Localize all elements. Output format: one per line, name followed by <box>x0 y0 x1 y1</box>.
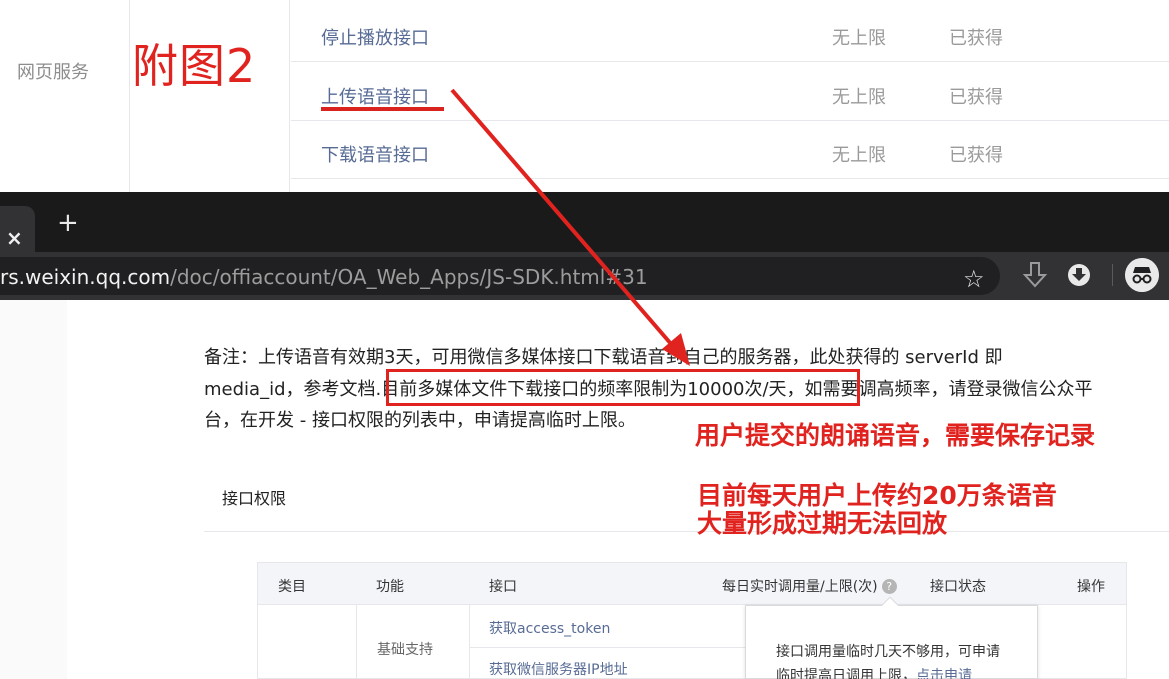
api-row-download-voice: 下载语音接口 无上限 已获得 <box>291 121 1169 179</box>
cell-function: 基础支持 <box>377 642 433 658</box>
th-action: 操作 <box>1077 579 1105 595</box>
api-status: 已获得 <box>949 28 1003 49</box>
url-host: rs.weixin.qq.com <box>0 265 171 289</box>
th-quota-label: 每日实时调用量/上限(次) <box>722 579 878 595</box>
browser-tab[interactable]: × <box>0 206 35 252</box>
th-state: 接口状态 <box>930 579 986 595</box>
nav-item-web-service[interactable]: 网页服务 <box>17 58 89 84</box>
close-icon[interactable]: × <box>6 226 23 250</box>
url-text: rs.weixin.qq.com/doc/offiaccount/OA_Web_… <box>0 265 648 289</box>
api-name[interactable]: 上传语音接口 <box>321 83 429 109</box>
api-limit: 无上限 <box>832 87 886 108</box>
quota-tooltip: 接口调用量临时几天不够用，可申请临时提高日调用上限，点击申请 <box>745 596 1038 679</box>
api-limit: 无上限 <box>832 28 886 49</box>
url-path: /doc/offiaccount/OA_Web_Apps/JS-SDK.html… <box>170 265 648 289</box>
api-row-stop-play: 停止播放接口 无上限 已获得 <box>291 4 1169 62</box>
figure-label: 附图2 <box>132 39 257 93</box>
api-status: 已获得 <box>949 145 1003 166</box>
browser-chrome: × + rs.weixin.qq.com/doc/offiaccount/OA_… <box>0 192 1169 300</box>
browser-toolbar: rs.weixin.qq.com/doc/offiaccount/OA_Web_… <box>0 252 1169 300</box>
th-api: 接口 <box>489 579 517 595</box>
incognito-icon[interactable] <box>1125 258 1159 292</box>
column-divider <box>469 605 470 679</box>
toolbar-divider <box>1112 264 1113 286</box>
download-circle-icon[interactable] <box>1066 261 1092 289</box>
wechat-console-panel: 网页服务 停止播放接口 无上限 已获得 上传语音接口 无上限 已获得 下载语音接… <box>0 0 1169 192</box>
tooltip-text: 接口调用量临时几天不够用，可申请临时提高日调用上限，点击申请 <box>776 640 1026 679</box>
api-link-access-token[interactable]: 获取access_token <box>489 618 610 638</box>
th-function: 功能 <box>376 579 404 595</box>
column-divider <box>356 605 357 679</box>
star-icon[interactable]: ☆ <box>963 265 985 293</box>
annotation-text-3: 大量形成过期无法回放 <box>697 509 948 538</box>
annotation-text-1: 用户提交的朗诵语音，需要保存记录 <box>695 421 1096 450</box>
tooltip-line-2: 临时提高日调用上限， <box>776 668 916 679</box>
download-arrow-icon[interactable] <box>1022 261 1048 289</box>
tooltip-line-1: 接口调用量临时几天不够用，可申请 <box>776 644 1000 660</box>
left-nav: 网页服务 <box>0 0 130 192</box>
tab-strip: × + <box>0 192 1169 252</box>
permission-title: 接口权限 <box>222 489 287 508</box>
api-limit: 无上限 <box>832 145 886 166</box>
row-divider <box>469 647 747 648</box>
note-text: media_id，参考文档 <box>204 379 376 400</box>
help-icon[interactable]: ? <box>881 579 897 594</box>
annotation-underline <box>321 107 444 111</box>
address-bar[interactable]: rs.weixin.qq.com/doc/offiaccount/OA_Web_… <box>0 257 1000 295</box>
th-quota: 每日实时调用量/上限(次)? <box>722 576 897 596</box>
annotation-highlight-box <box>386 369 860 406</box>
category-column <box>130 0 290 192</box>
apply-link[interactable]: 点击申请 <box>916 668 972 679</box>
api-row-upload-voice: 上传语音接口 无上限 已获得 <box>291 63 1169 121</box>
th-category: 类目 <box>278 579 306 595</box>
divider <box>204 531 1169 532</box>
table-header: 类目 功能 接口 每日实时调用量/上限(次)? 接口状态 操作 <box>258 563 1126 605</box>
api-status: 已获得 <box>949 87 1003 108</box>
new-tab-icon[interactable]: + <box>57 208 79 238</box>
api-name[interactable]: 下载语音接口 <box>321 141 429 167</box>
api-link-server-ip[interactable]: 获取微信服务器IP地址 <box>489 659 628 679</box>
note-line-3: 台，在开发 - 接口权限的列表中，申请提高临时上限。 <box>204 410 636 431</box>
note-line-1: 备注：上传语音有效期3天，可用微信多媒体接口下载语音到自己的服务器，此处获得的 … <box>204 347 1003 368</box>
api-name[interactable]: 停止播放接口 <box>321 24 429 50</box>
